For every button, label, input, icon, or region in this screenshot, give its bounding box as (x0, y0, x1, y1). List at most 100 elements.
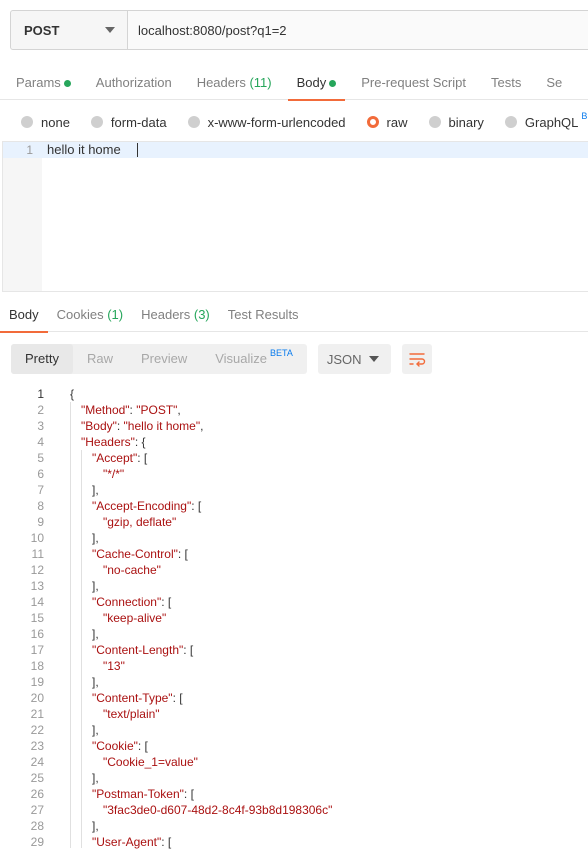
tab-label: Cookies (56, 307, 104, 322)
radio-label: x-www-form-urlencoded (207, 114, 346, 130)
json-punct: ], (92, 771, 99, 785)
format-dropdown[interactable]: JSON (317, 344, 391, 374)
json-key: "Method" (81, 403, 130, 417)
status-dot-icon (329, 80, 337, 88)
code-line: 1{ (0, 386, 588, 402)
line-number: 18 (30, 659, 44, 673)
line-number: 26 (30, 787, 44, 801)
json-key: "Accept-Encoding" (92, 499, 192, 513)
indent-guide (81, 450, 82, 848)
radio-binary[interactable]: binary (428, 115, 484, 130)
line-number: 21 (30, 707, 44, 721)
json-punct: ], (92, 627, 99, 641)
json-punct: : [ (161, 835, 172, 849)
json-string: "*/*" (103, 467, 125, 481)
url-input[interactable]: localhost:8080/post?q1=2 (128, 11, 588, 49)
json-string: "gzip, deflate" (103, 515, 177, 529)
line-number: 4 (37, 435, 44, 449)
tab-tests[interactable]: Tests (482, 66, 530, 100)
code-text: ], (92, 770, 99, 786)
json-key: "Cache-Control" (92, 547, 178, 561)
radio-button-icon[interactable] (90, 116, 103, 128)
view-mode-preview[interactable]: Preview (127, 344, 201, 374)
tab-se[interactable]: Se (530, 66, 578, 100)
tab-params[interactable]: Params (0, 66, 87, 100)
code-text: "*/*" (103, 466, 124, 482)
response-body-viewer[interactable]: 1{2 "Method": "POST", 3 "Body": "hello it h… (0, 384, 588, 858)
radio-none[interactable]: none (21, 115, 70, 130)
json-punct: : { (134, 435, 146, 449)
response-tab-cookies[interactable]: Cookies (1) (48, 300, 132, 332)
method-dropdown[interactable]: POST (11, 11, 128, 49)
json-string: "Cookie_1=value" (103, 755, 198, 769)
request-url-bar: POST localhost:8080/post?q1=2 (10, 10, 588, 50)
tab-label: Headers (141, 307, 191, 322)
request-body-editor[interactable]: 1 hello it home (2, 141, 588, 292)
line-number: 13 (30, 579, 44, 593)
code-line: 29 "User-Agent": [ (0, 834, 588, 850)
editor-line-number: 1 (26, 143, 33, 157)
code-text: "text/plain" (103, 706, 160, 722)
json-punct: , (177, 403, 181, 417)
line-number: 12 (30, 563, 44, 577)
tab-headers[interactable]: Headers (11) (181, 66, 288, 100)
tab-label: Test Results (227, 307, 299, 322)
json-key: "Content-Type" (92, 691, 173, 705)
json-key: "Content-Length" (92, 643, 184, 657)
body-type-options: none form-data x-www-form-urlencoded raw bin… (0, 111, 588, 133)
code-text: "gzip, deflate" (103, 514, 176, 530)
line-number: 24 (30, 755, 44, 769)
radio-raw[interactable]: raw (366, 115, 408, 130)
view-mode-pretty[interactable]: Pretty (11, 344, 73, 374)
json-punct: : (116, 419, 124, 433)
line-number: 17 (30, 643, 44, 657)
json-punct: : [ (161, 595, 172, 609)
code-line: 6 "*/*" (0, 466, 588, 482)
json-punct: ], (92, 531, 99, 545)
code-text: "Cookie_1=value" (103, 754, 198, 770)
response-tabs: Body Cookies (1) Headers (3) Test Results (0, 300, 588, 333)
radio-form-data[interactable]: form-data (90, 115, 167, 130)
response-tab-headers[interactable]: Headers (3) (132, 300, 219, 332)
line-number: 29 (30, 835, 44, 849)
json-string: "3fac3de0-d607-48d2-8c4f-93b8d198306c" (103, 803, 333, 817)
tab-count: (1) (103, 307, 124, 322)
wrap-lines-button[interactable] (401, 344, 432, 374)
radio-button-icon[interactable] (366, 116, 379, 128)
json-key: "Accept" (92, 451, 138, 465)
radio-button-icon[interactable] (21, 116, 33, 128)
line-number: 20 (30, 691, 44, 705)
code-line: 15 "keep-alive" (0, 610, 588, 626)
chevron-down-icon (368, 356, 379, 362)
json-punct: : [ (183, 787, 194, 801)
code-line: 3 "Body": "hello it home", (0, 418, 588, 434)
tab-body[interactable]: Body (287, 66, 346, 101)
code-text: "13" (103, 658, 125, 674)
radio-button-icon[interactable] (187, 116, 200, 128)
tab-authorization[interactable]: Authorization (87, 66, 181, 100)
code-line: 18 "13" (0, 658, 588, 674)
code-line: 4 "Headers": { (0, 434, 588, 450)
code-line: 14 "Connection": [ (0, 594, 588, 610)
radio-graphql[interactable]: GraphQLBETA (504, 111, 588, 130)
code-line: 25], (0, 770, 588, 786)
tab-label: Authorization (95, 75, 172, 90)
radio-label: GraphQL (524, 114, 579, 130)
view-mode-visualize[interactable]: Visualize BETA (201, 344, 307, 374)
json-string: "13" (103, 659, 125, 673)
radio-button-icon[interactable] (428, 116, 441, 128)
json-punct: : [ (191, 499, 202, 513)
view-mode-raw[interactable]: Raw (73, 344, 127, 374)
radio-x-www-form-urlencoded[interactable]: x-www-form-urlencoded (187, 114, 346, 130)
tab-pre-request-script[interactable]: Pre-request Script (345, 66, 482, 100)
json-punct: : [ (183, 643, 194, 657)
line-number: 22 (30, 723, 44, 737)
response-tab-body[interactable]: Body (0, 300, 48, 333)
radio-button-icon[interactable] (504, 116, 517, 128)
response-tab-test-results[interactable]: Test Results (219, 300, 308, 332)
line-number: 6 (37, 467, 44, 481)
line-number: 14 (30, 595, 44, 609)
code-line: 7], (0, 482, 588, 498)
request-tabs: Params Authorization Headers (11) Body Pre-r… (0, 66, 588, 101)
tab-label: Body (296, 75, 327, 90)
